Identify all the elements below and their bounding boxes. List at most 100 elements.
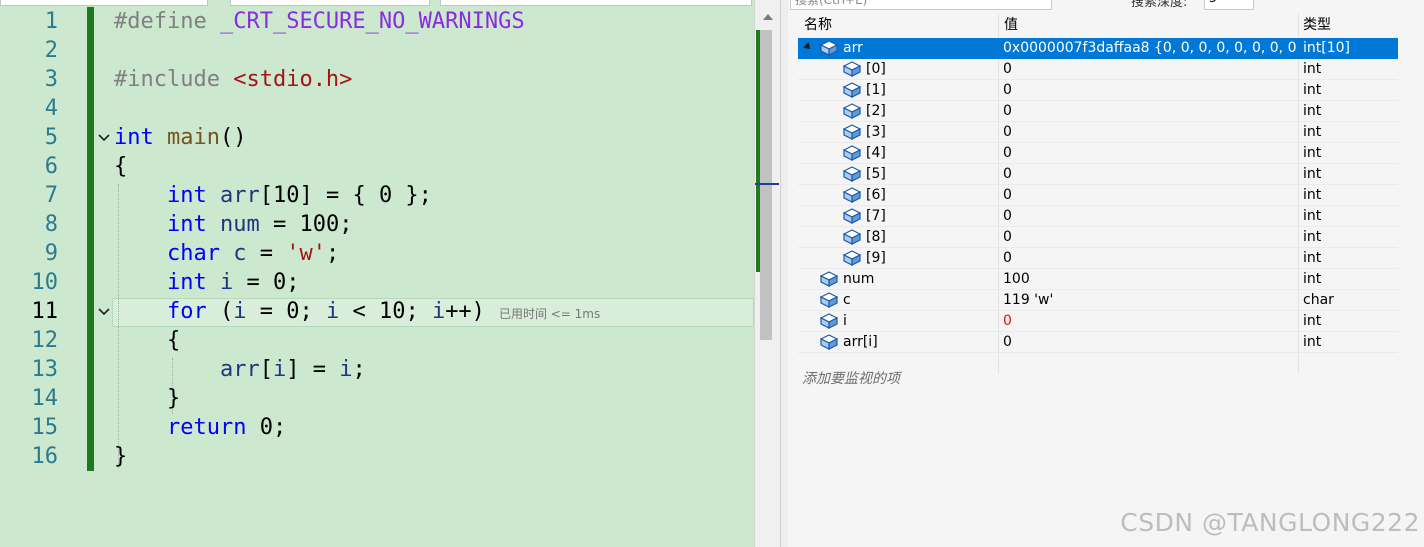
column-header-name[interactable]: 名称 — [804, 14, 832, 36]
perf-tip: 已用时间 <= 1ms — [498, 307, 601, 321]
watch-row-0[interactable]: [0] 0 int — [798, 59, 1398, 80]
code-line[interactable]: 11 for (i = 0; i < 10; i++) 已用时间 <= 1ms — [0, 297, 754, 326]
code-line[interactable]: 4 — [0, 94, 754, 123]
code-line[interactable]: 14 } — [0, 384, 754, 413]
scrollbar-caret-marker — [755, 183, 779, 185]
watch-type: int[10] — [1303, 40, 1350, 56]
code-line[interactable]: 1 #define _CRT_SECURE_NO_WARNINGS — [0, 7, 754, 36]
code-text: int main() — [114, 125, 247, 150]
watch-row-5[interactable]: [5] 0 int — [798, 164, 1398, 185]
code-line[interactable]: 8 int num = 100; — [0, 210, 754, 239]
watch-type: int — [1303, 313, 1322, 329]
watch-value[interactable]: 0 — [1003, 248, 1296, 269]
code-line[interactable]: 7 int arr[10] = { 0 }; — [0, 181, 754, 210]
watch-row-i[interactable]: i 0 int — [798, 311, 1398, 332]
watch-value[interactable]: 0 — [1003, 59, 1296, 80]
watch-row-7[interactable]: [7] 0 int — [798, 206, 1398, 227]
watch-type: int — [1303, 103, 1322, 119]
watch-value[interactable]: 0x0000007f3daffaa8 {0, 0, 0, 0, 0, 0, 0,… — [1003, 38, 1296, 59]
file-tab[interactable] — [0, 0, 208, 6]
code-line[interactable]: 12 { — [0, 326, 754, 355]
watch-row-8[interactable]: [8] 0 int — [798, 227, 1398, 248]
code-text: int i = 0; — [166, 270, 300, 295]
watch-row-4[interactable]: [4] 0 int — [798, 143, 1398, 164]
search-depth-select[interactable]: 3 — [1204, 0, 1254, 10]
line-number: 5 — [44, 125, 58, 150]
code-text: #include <stdio.h> — [114, 67, 353, 92]
watch-value[interactable]: 0 — [1003, 185, 1296, 206]
code-line[interactable]: 5 int main() — [0, 123, 754, 152]
panel-splitter[interactable] — [780, 0, 788, 547]
code-line[interactable]: 10 int i = 0; — [0, 268, 754, 297]
watch-value[interactable]: 0 — [1003, 206, 1296, 227]
watch-name: [1] — [866, 82, 886, 98]
code-text: { — [114, 154, 128, 179]
watch-name: c — [843, 292, 851, 308]
code-line[interactable]: 9 char c = 'w'; — [0, 239, 754, 268]
watch-value[interactable]: 0 — [1003, 101, 1296, 122]
watch-row-6[interactable]: [6] 0 int — [798, 185, 1398, 206]
watch-value[interactable]: 0 — [1003, 164, 1296, 185]
watch-row-arr[interactable]: arr 0x0000007f3daffaa8 {0, 0, 0, 0, 0, 0,… — [798, 38, 1398, 59]
line-number: 7 — [44, 183, 58, 208]
watch-row-arri[interactable]: arr[i] 0 int — [798, 332, 1398, 353]
watch-row-num[interactable]: num 100 int — [798, 269, 1398, 290]
scope-dropdown[interactable] — [230, 0, 430, 6]
watch-name: [7] — [866, 208, 886, 224]
code-text: } — [114, 444, 128, 469]
watch-name: i — [843, 313, 847, 329]
watch-value[interactable]: 119 'w' — [1003, 290, 1296, 311]
watch-type: int — [1303, 271, 1322, 287]
column-header-value[interactable]: 值 — [1004, 14, 1018, 36]
variable-icon — [842, 166, 862, 182]
watch-type: int — [1303, 229, 1322, 245]
watch-search-input[interactable]: 搜索(Ctrl+E) — [790, 0, 1052, 10]
watch-row-1[interactable]: [1] 0 int — [798, 80, 1398, 101]
line-number: 8 — [44, 212, 58, 237]
member-dropdown[interactable] — [440, 0, 752, 6]
column-header-type[interactable]: 类型 — [1303, 14, 1331, 36]
variable-icon — [842, 229, 862, 245]
fold-chevron-icon[interactable] — [98, 133, 110, 143]
code-line[interactable]: 13 arr[i] = i; — [0, 355, 754, 384]
watch-value[interactable]: 0 — [1003, 227, 1296, 248]
code-line[interactable]: 2 — [0, 36, 754, 65]
line-number: 12 — [31, 328, 59, 353]
line-number: 6 — [44, 154, 58, 179]
watch-value[interactable]: 0 — [1003, 122, 1296, 143]
code-line[interactable]: 15 return 0; — [0, 413, 754, 442]
code-line[interactable]: 6{ — [0, 152, 754, 181]
fold-chevron-icon[interactable] — [98, 307, 110, 317]
watch-value[interactable]: 0 — [1003, 143, 1296, 164]
watch-value[interactable]: 0 — [1003, 311, 1296, 332]
add-watch-item[interactable]: 添加要监视的项 — [802, 368, 900, 388]
watch-row-3[interactable]: [3] 0 int — [798, 122, 1398, 143]
variable-icon — [842, 187, 862, 203]
watch-value[interactable]: 0 — [1003, 332, 1296, 353]
expand-triangle-icon[interactable] — [803, 42, 813, 52]
search-depth-label: 搜索深度: — [1131, 0, 1188, 10]
code-text: { — [114, 328, 181, 353]
code-line[interactable]: 16} — [0, 442, 754, 471]
scrollbar-thumb[interactable] — [760, 30, 772, 340]
watch-name: [5] — [866, 166, 886, 182]
watch-value[interactable]: 100 — [1003, 269, 1296, 290]
line-number: 16 — [31, 444, 59, 469]
watch-row-9[interactable]: [9] 0 int — [798, 248, 1398, 269]
code-line[interactable]: 3 #include <stdio.h> — [0, 65, 754, 94]
watch-type: int — [1303, 124, 1322, 140]
watch-row-2[interactable]: [2] 0 int — [798, 101, 1398, 122]
code-editor[interactable]: 1 #define _CRT_SECURE_NO_WARNINGS 2 3 #inclu… — [0, 0, 754, 547]
code-text: #define _CRT_SECURE_NO_WARNINGS — [114, 9, 525, 34]
watch-value[interactable]: 0 — [1003, 80, 1296, 101]
watch-name: [6] — [866, 187, 886, 203]
line-number: 3 — [44, 67, 58, 92]
scroll-up-arrow-icon[interactable] — [763, 14, 773, 20]
watch-type: int — [1303, 334, 1322, 350]
watch-name: arr — [843, 40, 863, 56]
watch-row-c[interactable]: c 119 'w' char — [798, 290, 1398, 311]
line-number: 4 — [44, 96, 58, 121]
variable-icon — [842, 61, 862, 77]
editor-vertical-scrollbar[interactable] — [754, 0, 780, 547]
watch-type: int — [1303, 250, 1322, 266]
